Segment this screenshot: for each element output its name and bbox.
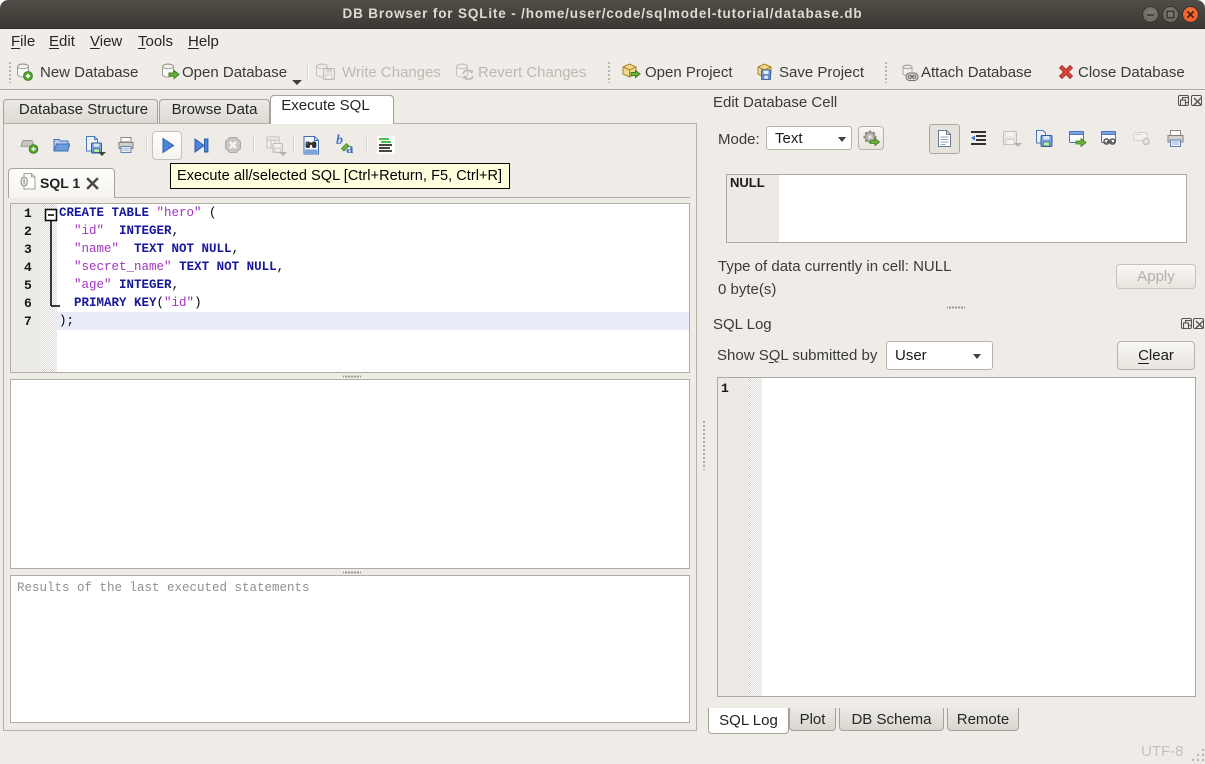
svg-text:b: b xyxy=(336,133,343,148)
